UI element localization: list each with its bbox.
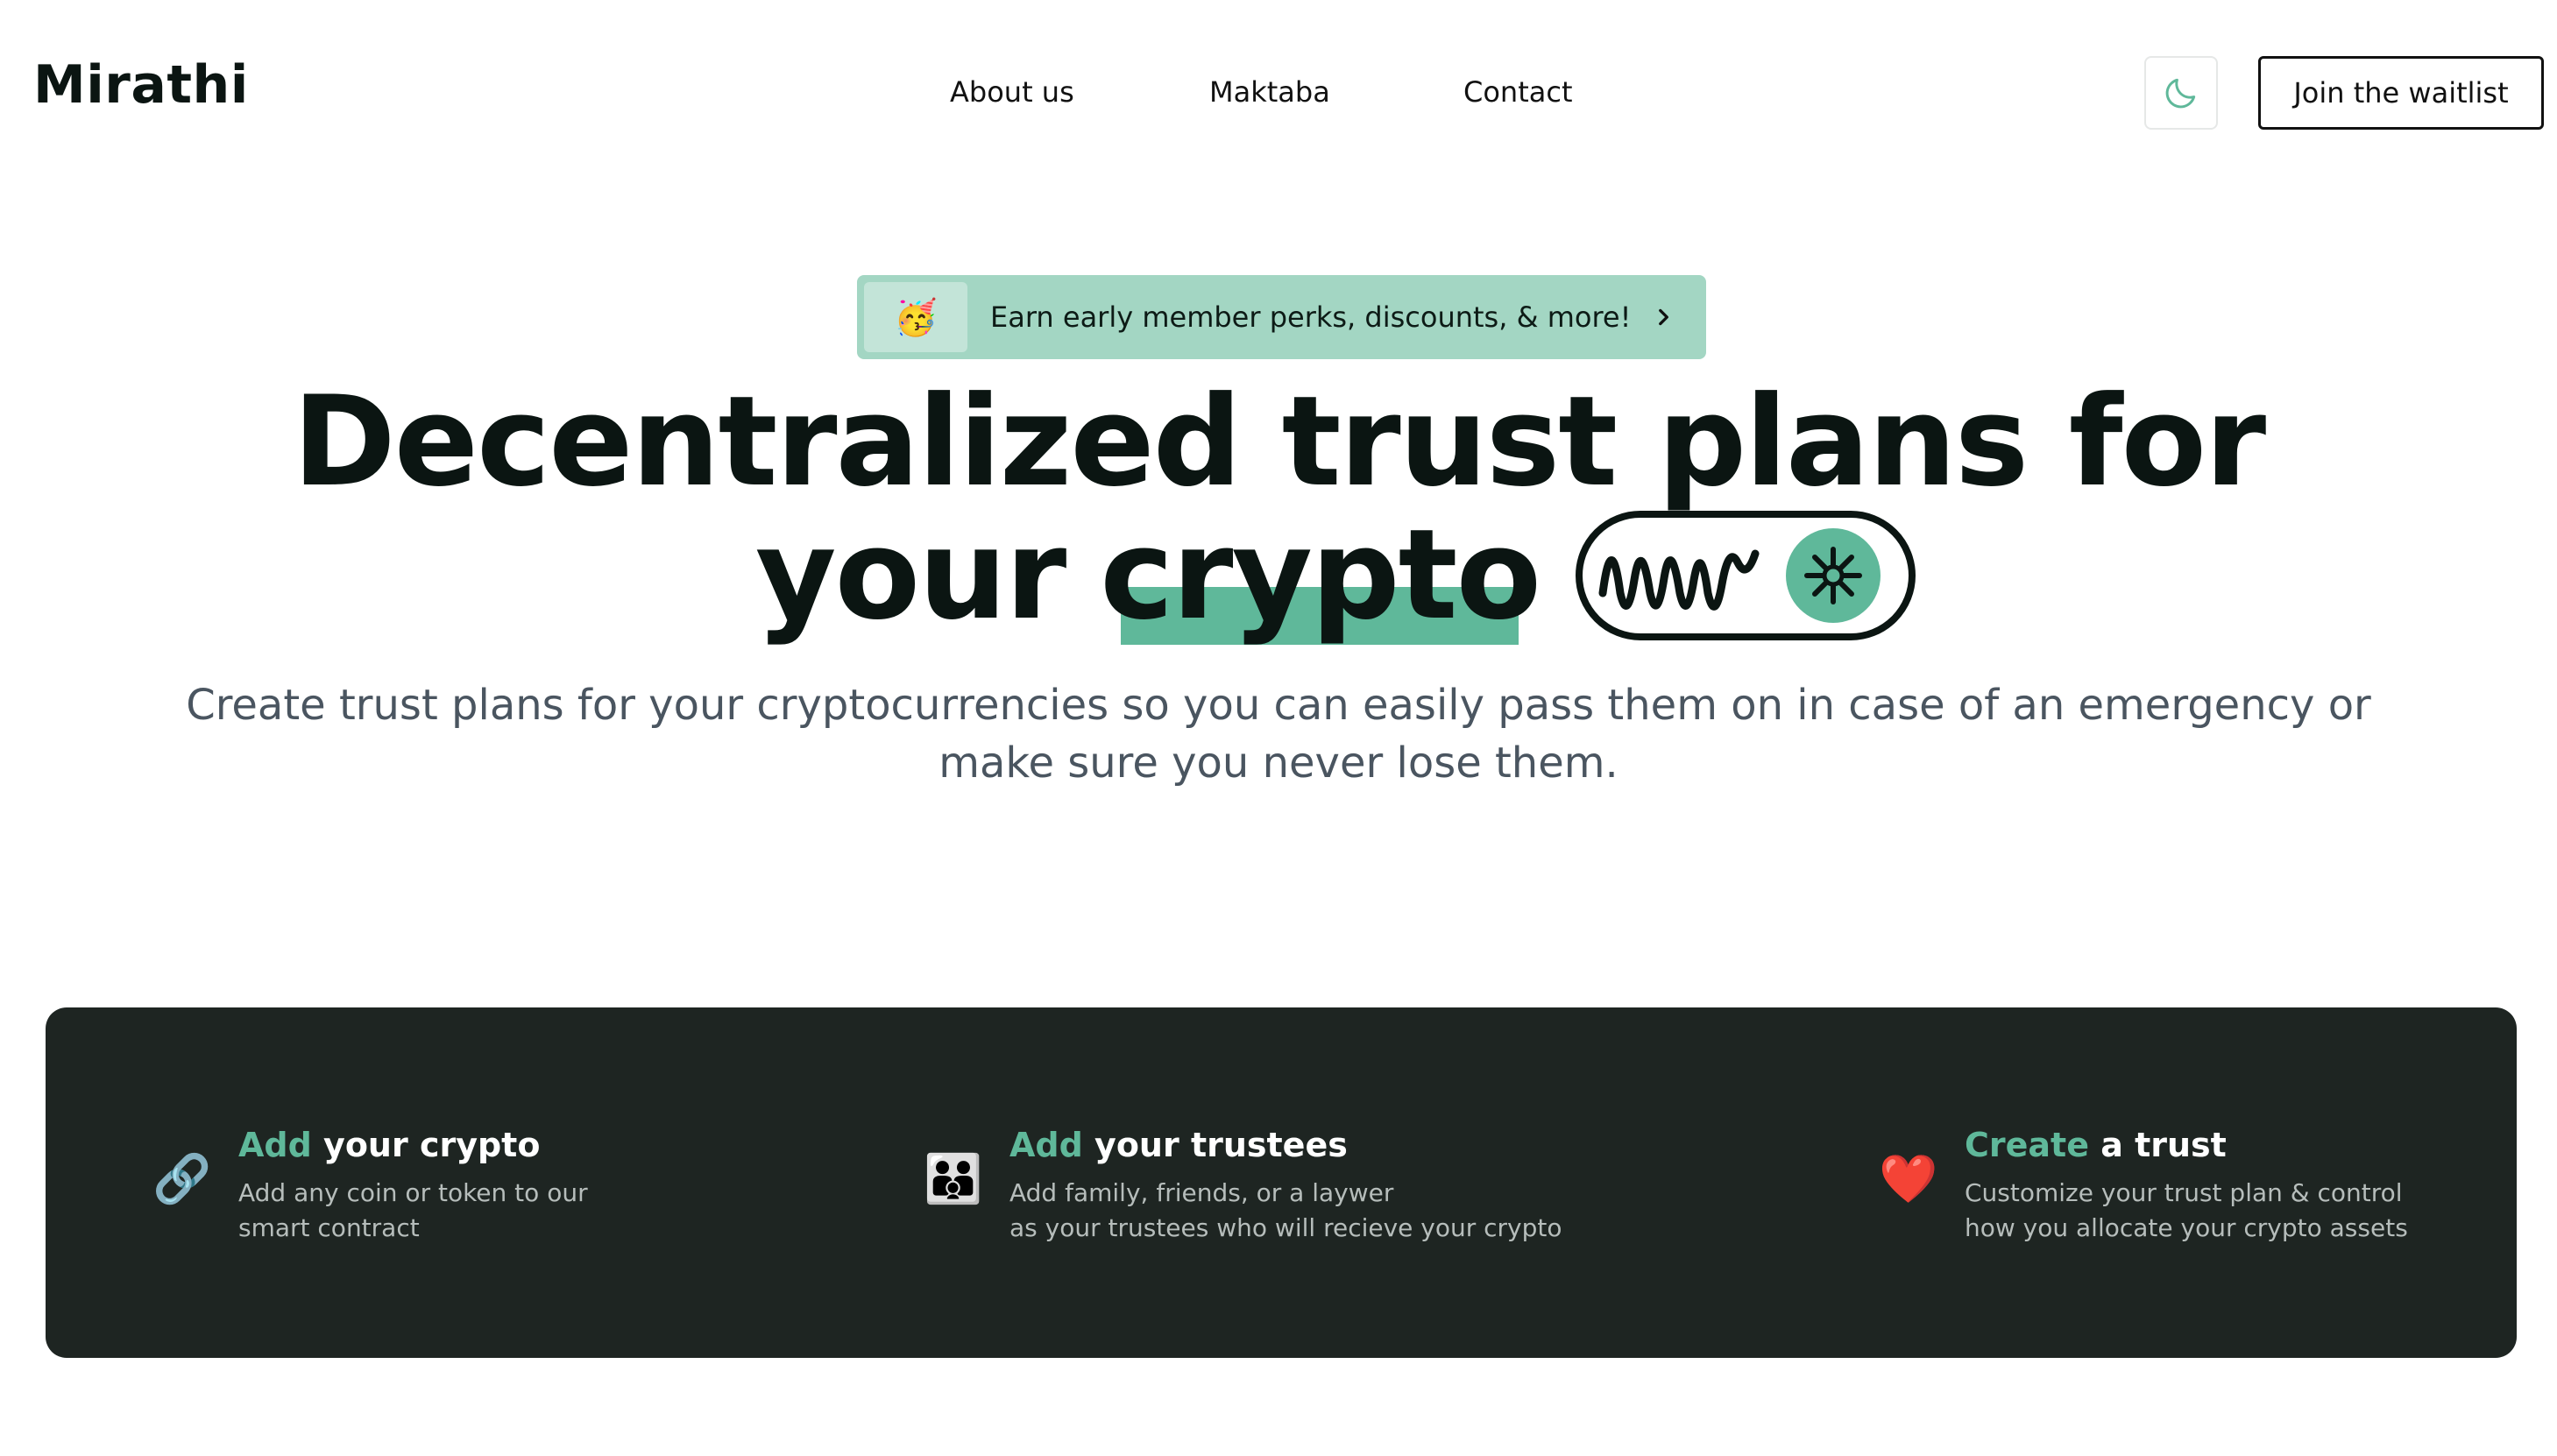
feature-add-crypto: 🔗 Add your crypto Add any coin or token … [151,1121,588,1246]
feature-body: Add your crypto Add any coin or token to… [238,1121,588,1246]
promo-banner[interactable]: 🥳 Earn early member perks, discounts, & … [857,275,1706,359]
heart-icon: ❤️ [1879,1151,1938,1206]
feature-title-accent: Add [238,1126,312,1164]
join-waitlist-button[interactable]: Join the waitlist [2258,56,2544,130]
feature-title: Create a trust [1965,1121,2408,1169]
feature-body: Create a trust Customize your trust plan… [1965,1121,2408,1246]
waveform-asterisk-pill-icon [1576,511,1916,640]
feature-create-trust: ❤️ Create a trust Customize your trust p… [1877,1121,2408,1246]
feature-desc-line2: as your trustees who will recieve your c… [1009,1213,1562,1242]
feature-desc-line2: how you allocate your crypto assets [1965,1213,2408,1242]
feature-desc-line1: Add family, friends, or a laywer [1009,1178,1394,1207]
feature-title-rest: a trust [2088,1126,2227,1164]
hero-word-your: your [755,503,1066,647]
hero-subtitle: Create trust plans for your cryptocurren… [186,681,2371,788]
feature-description: Add any coin or token to our smart contr… [238,1176,588,1246]
hero-word-crypto: crypto [1100,503,1541,647]
feature-desc-line1: Add any coin or token to our [238,1178,588,1207]
party-face-icon: 🥳 [864,282,967,352]
nav-maktaba[interactable]: Maktaba [1209,75,1330,109]
feature-description: Customize your trust plan & control how … [1965,1176,2408,1246]
nav-contact[interactable]: Contact [1463,75,1573,109]
feature-title-accent: Add [1009,1126,1083,1164]
feature-title-rest: your crypto [311,1126,541,1164]
feature-title-accent: Create [1965,1126,2089,1164]
feature-desc-line2: smart contract [238,1213,420,1242]
moon-icon [2165,78,2196,109]
feature-title-rest: your trustees [1082,1126,1348,1164]
feature-title: Add your trustees [1009,1121,1562,1169]
features-panel: 🔗 Add your crypto Add any coin or token … [46,1007,2517,1358]
link-icon: 🔗 [152,1151,212,1206]
site-header: Mirathi About us Maktaba Contact Join th… [0,0,2557,175]
nav-about-us[interactable]: About us [950,75,1074,109]
feature-desc-line1: Customize your trust plan & control [1965,1178,2403,1207]
hero-highlight: crypto [1100,501,1541,650]
chevron-right-icon [1652,306,1675,329]
feature-add-trustees: 👨‍👨‍👦 Add your trustees Add family, frie… [922,1121,1562,1246]
promo-text: Earn early member perks, discounts, & mo… [990,300,1632,334]
feature-body: Add your trustees Add family, friends, o… [1009,1121,1562,1246]
family-icon: 👨‍👨‍👦 [924,1151,983,1206]
feature-description: Add family, friends, or a laywer as your… [1009,1176,1562,1246]
theme-toggle-button[interactable] [2144,56,2218,130]
logo[interactable]: Mirathi [33,54,249,116]
hero-headline-line1: Decentralized trust plans for [292,370,2266,514]
feature-title: Add your crypto [238,1121,588,1169]
hero-headline-line2: your crypto [755,501,1916,650]
